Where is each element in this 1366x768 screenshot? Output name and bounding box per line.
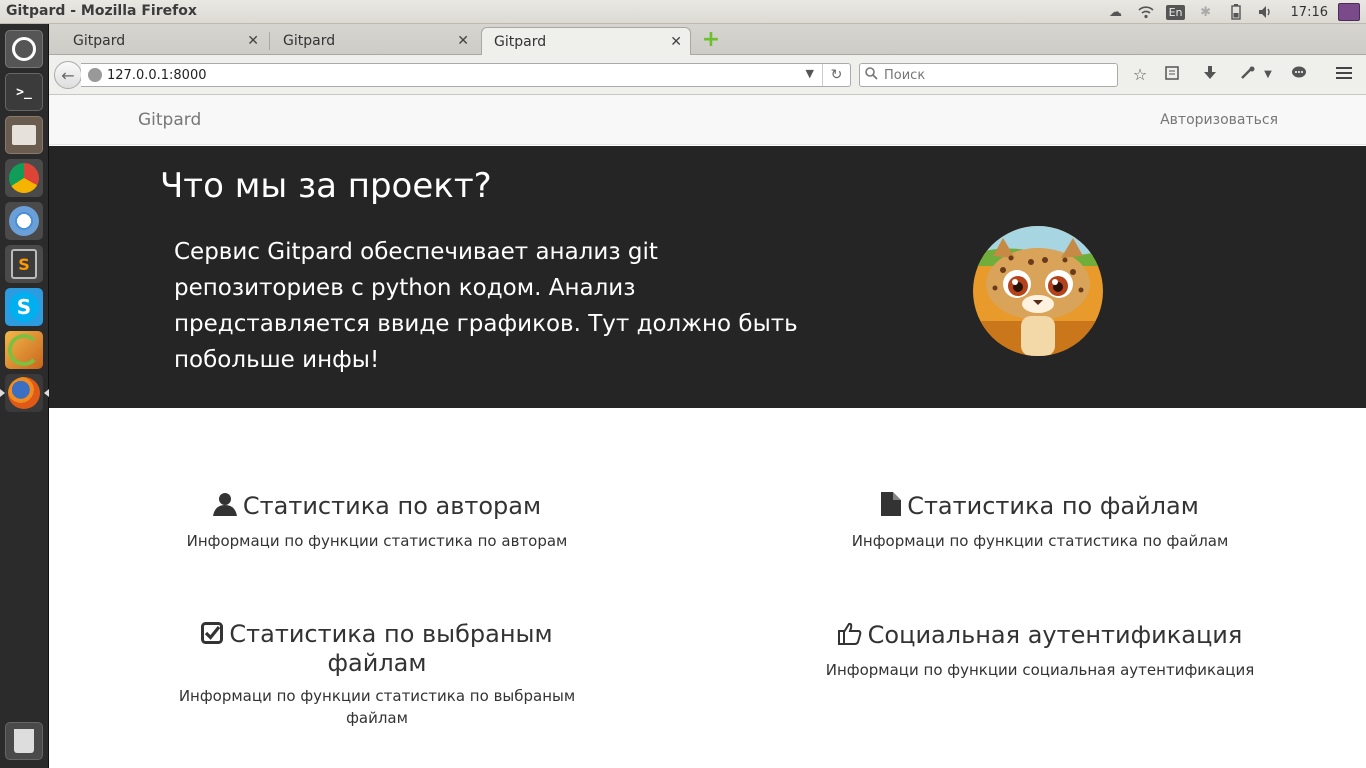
brand-link[interactable]: Gitpard [138, 110, 201, 130]
bookmark-star-icon[interactable]: ☆ [1129, 65, 1151, 87]
feature-description: Информаци по функции статистика по файла… [851, 532, 1229, 550]
feature-title: Статистика по авторам [157, 492, 597, 522]
hero-section: Что мы за проект? Сервис Gitpard обеспеч… [49, 146, 1366, 408]
tab-bar: Gitpard ✕ Gitpard ✕ Gitpard ✕ + [49, 24, 1366, 55]
chat-icon[interactable] [1288, 65, 1310, 87]
feature-title: Статистика по выбраным файлам [157, 621, 597, 677]
user-icon [212, 492, 237, 522]
checkbox-icon [201, 622, 224, 650]
feature-description: Информаци по функции статистика по автор… [186, 532, 568, 550]
chromium-icon[interactable] [5, 202, 43, 240]
file-icon [881, 492, 902, 522]
clock[interactable]: 17:16 [1281, 5, 1338, 20]
browser-tab[interactable]: Gitpard ✕ [271, 27, 477, 55]
login-link[interactable]: Авторизоваться [1160, 112, 1278, 128]
feature-description: Информаци по функции социальная аутентиф… [825, 661, 1255, 679]
system-tray: ☁ En ✱ 17:16 [1101, 0, 1366, 24]
search-input[interactable] [884, 66, 1109, 84]
cheetah-mascot-image [973, 226, 1103, 356]
sublime-text-icon[interactable]: S [5, 245, 43, 283]
chrome-icon[interactable] [5, 159, 43, 197]
new-tab-button[interactable]: + [701, 29, 721, 51]
tab-label: Gitpard [494, 33, 547, 50]
battery-icon[interactable] [1221, 0, 1251, 24]
thumbs-up-icon [837, 621, 862, 651]
browser-tab[interactable]: Gitpard ✕ [61, 27, 267, 55]
session-menu-icon[interactable] [1338, 3, 1360, 21]
search-icon [865, 67, 878, 84]
running-indicator [0, 389, 5, 397]
firefox-icon[interactable] [5, 374, 43, 412]
tab-separator [269, 32, 270, 50]
wifi-icon[interactable] [1131, 0, 1161, 24]
navigation-toolbar: ← 127.0.0.1:8000 ▼ ↻ ☆ ▼ [49, 55, 1366, 95]
url-text[interactable]: 127.0.0.1:8000 [107, 68, 207, 83]
tab-label: Gitpard [283, 33, 336, 49]
window-title: Gitpard - Mozilla Firefox [6, 3, 197, 19]
volume-icon[interactable] [1251, 0, 1281, 24]
close-tab-icon[interactable]: ✕ [457, 33, 469, 49]
close-tab-icon[interactable]: ✕ [670, 34, 682, 50]
files-icon[interactable] [5, 116, 43, 154]
feature-selected-files: Статистика по выбраным файлам Информаци … [157, 621, 597, 729]
dash-icon[interactable] [5, 30, 43, 68]
feature-title: Статистика по файлам [820, 492, 1260, 522]
feature-title: Социальная аутентификация [820, 621, 1260, 651]
hero-text: Сервис Gitpard обеспечивает анализ git р… [174, 239, 798, 373]
back-button[interactable]: ← [54, 61, 82, 89]
feature-authors: Статистика по авторам Информаци по функц… [157, 492, 597, 552]
feature-description: Информаци по функции статистика по выбра… [178, 687, 576, 727]
site-identity-icon[interactable] [88, 68, 102, 82]
feature-social-auth: Социальная аутентификация Информаци по ф… [820, 621, 1260, 681]
developer-tools-icon[interactable] [1237, 65, 1259, 87]
tab-label: Gitpard [73, 33, 126, 49]
skype-icon[interactable]: S [5, 288, 43, 326]
hero-title: Что мы за проект? [160, 166, 492, 206]
site-navbar: Gitpard Авторизоваться [49, 95, 1366, 145]
trash-icon[interactable] [5, 722, 43, 760]
browser-tab-active[interactable]: Gitpard ✕ [481, 27, 691, 55]
keyboard-layout-indicator[interactable]: En [1161, 0, 1191, 24]
terminal-icon[interactable]: >_ [5, 73, 43, 111]
close-tab-icon[interactable]: ✕ [247, 33, 259, 49]
bluetooth-icon[interactable]: ✱ [1191, 0, 1221, 24]
bookmarks-menu-icon[interactable] [1161, 65, 1183, 87]
spring-tool-suite-icon[interactable] [5, 331, 43, 369]
back-arrow-icon: ← [61, 65, 75, 85]
reload-icon[interactable]: ↻ [822, 64, 850, 86]
web-page: Gitpard Авторизоваться Что мы за проект?… [49, 95, 1366, 768]
weather-icon[interactable]: ☁ [1101, 0, 1131, 24]
developer-tools-dropdown-icon[interactable]: ▼ [1257, 65, 1279, 87]
system-top-panel: Gitpard - Mozilla Firefox ☁ En ✱ 17:16 [0, 0, 1366, 24]
downloads-icon[interactable] [1199, 65, 1221, 87]
search-bar[interactable] [859, 63, 1118, 87]
hamburger-menu-icon[interactable] [1333, 65, 1355, 87]
feature-files: Статистика по файлам Информаци по функци… [820, 492, 1260, 552]
history-dropdown-icon[interactable]: ▼ [806, 67, 814, 80]
url-bar[interactable]: 127.0.0.1:8000 ▼ ↻ [81, 63, 851, 87]
firefox-window: Gitpard ✕ Gitpard ✕ Gitpard ✕ + ← 127.0.… [49, 24, 1366, 768]
launcher: >_ S S [0, 24, 49, 768]
